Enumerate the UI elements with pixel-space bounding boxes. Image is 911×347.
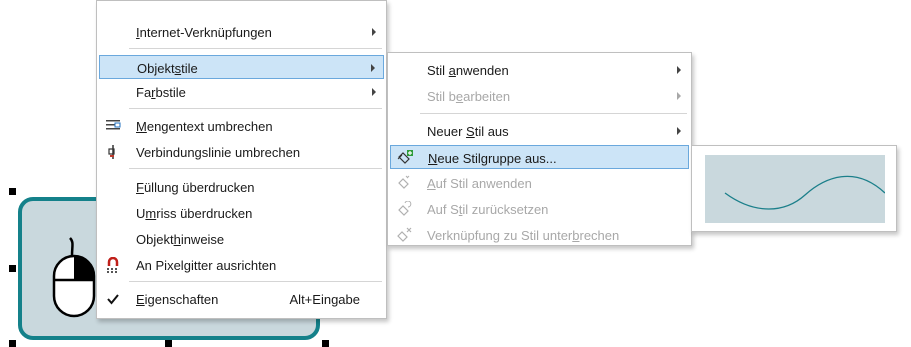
menu-item-object-hints[interactable]: Objekthinweise [99, 227, 384, 251]
context-menu: Internet-Verknüpfungen Objektstile Farbs… [96, 0, 387, 319]
submenu-item-break-link-to-style: Verknüpfung zu Stil unterbrechen [390, 223, 689, 247]
menu-item-label: Mengentext umbrechen [136, 119, 273, 134]
selection-handle-bottom-right[interactable] [322, 340, 329, 347]
menu-item-color-styles[interactable]: Farbstile [99, 80, 384, 104]
menu-item-label: Verbindungslinie umbrechen [136, 145, 301, 160]
break-link-to-style-icon [397, 227, 412, 242]
submenu-arrow-icon [677, 127, 681, 135]
selection-handle-bottom-left[interactable] [9, 340, 16, 347]
menu-item-shortcut: Alt+Eingabe [289, 292, 360, 307]
menu-separator [129, 48, 382, 49]
menu-item-label: Stil anwenden [427, 63, 509, 78]
menu-item-label: Verknüpfung zu Stil unterbrechen [427, 228, 620, 243]
apply-to-style-icon [398, 175, 410, 189]
menu-item-object-styles[interactable]: Objektstile [99, 55, 384, 79]
menu-item-label: Neue Stilgruppe aus... [428, 151, 557, 166]
menu-item-label: Eigenschaften [136, 292, 219, 307]
menu-separator [129, 168, 382, 169]
menu-item-label: Umriss überdrucken [136, 206, 253, 221]
menu-item-label: An Pixelgitter ausrichten [136, 258, 277, 273]
submenu-arrow-icon [371, 64, 375, 72]
menu-item-internet-links[interactable]: Internet-Verknüpfungen [99, 20, 384, 44]
menu-item-label: Neuer Stil aus [427, 124, 509, 139]
menu-item-label: Farbstile [136, 85, 186, 100]
menu-item-overprint-fill[interactable]: Füllung überdrucken [99, 175, 384, 199]
style-preview-flyout [691, 145, 897, 232]
submenu-arrow-icon [677, 92, 681, 100]
mouse-icon [52, 237, 96, 318]
menu-separator [129, 281, 382, 282]
selection-handle-middle-left[interactable] [9, 265, 16, 272]
revert-to-style-icon [398, 201, 412, 216]
submenu-arrow-icon [372, 88, 376, 96]
preview-curve-icon [724, 175, 886, 210]
text-wrap-icon [106, 120, 121, 130]
object-styles-submenu: Stil anwenden Stil bearbeiten Neuer Stil… [387, 52, 692, 246]
submenu-item-new-style-from[interactable]: Neuer Stil aus [390, 119, 689, 143]
new-style-group-icon [397, 150, 413, 164]
submenu-item-apply-style[interactable]: Stil anwenden [390, 58, 689, 82]
menu-separator [129, 108, 382, 109]
selection-handle-bottom-center[interactable] [165, 340, 172, 347]
pixel-grid-snap-icon [107, 257, 119, 273]
menu-item-wrap-connector-line[interactable]: Verbindungslinie umbrechen [99, 140, 384, 164]
menu-item-label: Füllung überdrucken [136, 180, 255, 195]
connector-wrap-icon [108, 145, 115, 159]
submenu-item-edit-style: Stil bearbeiten [390, 84, 689, 108]
menu-item-label: Auf Stil anwenden [427, 176, 532, 191]
menu-item-align-to-pixel-grid[interactable]: An Pixelgitter ausrichten [99, 253, 384, 277]
submenu-item-new-style-group-from[interactable]: Neue Stilgruppe aus... [390, 145, 689, 169]
checkmark-icon [107, 294, 119, 305]
style-preview-swatch [705, 155, 886, 223]
menu-item-overprint-outline[interactable]: Umriss überdrucken [99, 201, 384, 225]
menu-item-label: Auf Stil zurücksetzen [427, 202, 549, 217]
menu-item-label: Objekthinweise [136, 232, 225, 247]
menu-item-wrap-paragraph-text[interactable]: Mengentext umbrechen [99, 114, 384, 138]
submenu-arrow-icon [677, 66, 681, 74]
menu-item-label: Stil bearbeiten [427, 89, 511, 104]
selection-handle-top-left[interactable] [9, 188, 16, 195]
menu-item-label: Internet-Verknüpfungen [136, 25, 272, 40]
menu-separator [420, 113, 687, 114]
menu-item-properties[interactable]: Eigenschaften Alt+Eingabe [99, 287, 384, 311]
submenu-arrow-icon [372, 28, 376, 36]
submenu-item-revert-to-style: Auf Stil zurücksetzen [390, 197, 689, 221]
menu-item-label: Objektstile [137, 61, 198, 76]
submenu-item-apply-to-style: Auf Stil anwenden [390, 171, 689, 195]
